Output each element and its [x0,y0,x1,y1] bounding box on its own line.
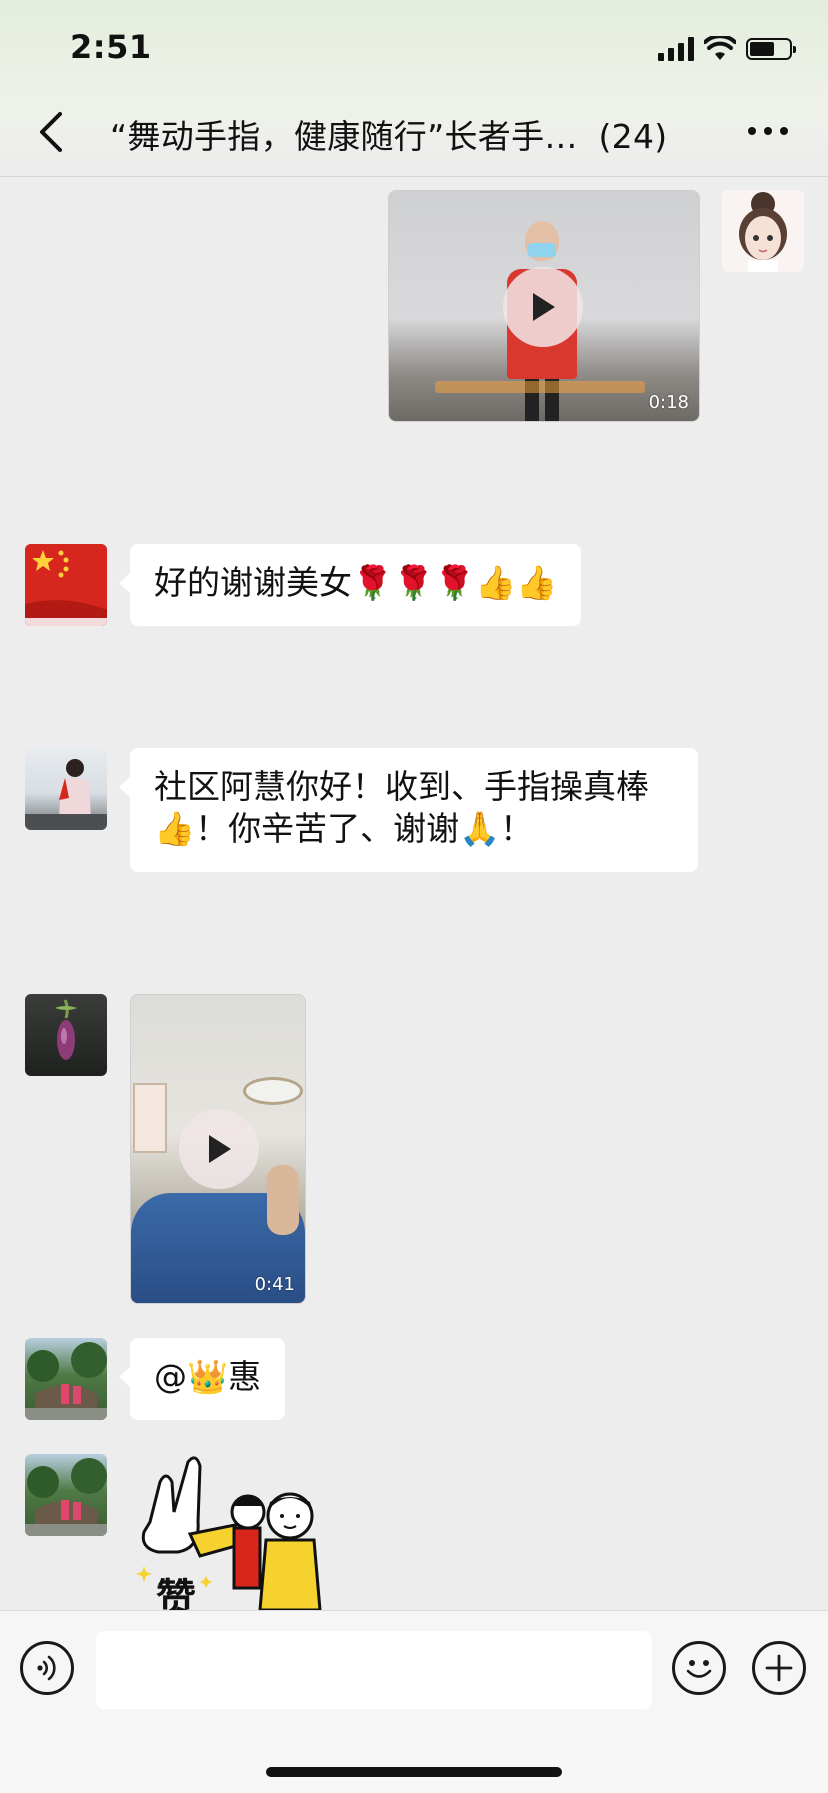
wall-picture [133,1083,167,1153]
cellular-signal-icon [658,37,694,61]
sticker-caption: 赞 [156,1576,196,1610]
wifi-icon [704,36,736,60]
video-duration: 0:41 [254,1274,295,1295]
message-text-line: 👍！你辛苦了、谢谢🙏！ [154,809,534,848]
avatar[interactable] [722,190,804,272]
back-button[interactable] [34,108,70,156]
avatar[interactable] [25,748,107,830]
message-input[interactable] [96,1631,652,1709]
play-button[interactable] [179,1109,259,1189]
avatar[interactable] [25,544,107,626]
group-photo-avatar [25,1458,107,1536]
video-thumbnail-hand [267,1165,299,1235]
text-message[interactable]: 社区阿慧你好！收到、手指操真棒 👍！你辛苦了、谢谢🙏！ [119,748,698,872]
more-functions-button[interactable] [752,1641,806,1695]
avatar[interactable] [25,1338,107,1420]
message-text: @👑惠 [154,1357,262,1396]
voice-icon [37,1655,56,1681]
plus-icon [765,1654,793,1682]
battery-icon [746,38,796,60]
emoji-button[interactable] [672,1641,726,1695]
red-flag-avatar [25,544,107,626]
text-message[interactable]: @👑惠 [118,1338,286,1420]
cartoon-girl-avatar [722,190,804,272]
video-message[interactable]: 0:41 [130,994,306,1304]
input-bar [0,1610,828,1793]
chat-title: “舞动手指，健康随行”长者手… (24) [110,110,710,158]
play-button[interactable] [503,267,583,347]
top-bar: 2:51 “舞动手指，健康随行”长者手… (24) [0,0,828,177]
group-photo-avatar [25,1342,107,1420]
home-indicator [266,1767,562,1777]
chevron-left-icon [40,112,62,152]
video-caption-strip [435,381,645,393]
status-time: 2:51 [70,28,152,66]
ellipsis-icon [748,127,788,135]
voice-input-button[interactable] [20,1641,74,1695]
more-options-button[interactable] [744,116,792,146]
member-count: (24) [598,117,668,156]
message-text-line: 社区阿慧你好！收到、手指操真棒 [154,767,649,806]
play-icon [209,1135,231,1163]
ceiling-lamp [243,1077,303,1105]
smiley-icon [686,1660,712,1678]
status-icons [658,32,796,66]
avatar[interactable] [25,1454,107,1536]
play-icon [533,293,555,321]
text-message[interactable]: 好的谢谢美女🌹🌹🌹👍👍 [118,544,582,626]
woman-photo-avatar [25,759,107,830]
video-duration: 0:18 [648,392,689,413]
avatar[interactable] [25,994,107,1076]
video-message[interactable]: 0:18 [388,190,700,422]
sticker-message[interactable]: 赞 [130,1452,330,1610]
chat-title-text: “舞动手指，健康随行”长者手… [110,117,578,156]
plant-photo-avatar [55,999,77,1060]
message-text: 好的谢谢美女🌹🌹🌹👍👍 [154,563,558,602]
